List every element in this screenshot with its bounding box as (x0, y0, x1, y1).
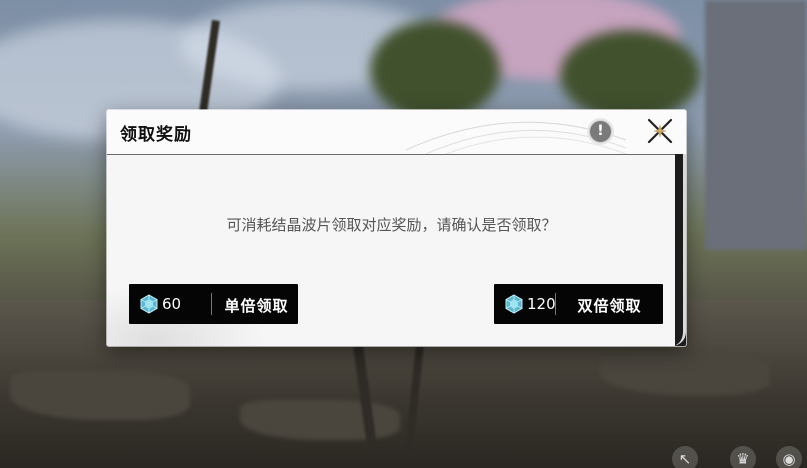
hud-arrow-icon[interactable]: ↖ (672, 446, 698, 468)
confirm-message: 可消耗结晶波片领取对应奖励，请确认是否领取？ (226, 216, 557, 234)
button-label: 单倍领取 (224, 297, 289, 315)
crystal-icon (505, 294, 523, 314)
header-divider (107, 154, 675, 155)
reward-dialog: 领取奖励 ! 可消耗结晶波片领取对应奖励，请确认是否领取？ 60 单倍领取 12… (107, 110, 686, 346)
building (705, 0, 807, 250)
info-icon[interactable]: ! (589, 120, 612, 143)
hud-flag-icon[interactable]: ♛ (730, 446, 756, 468)
cost-value: 120 (527, 295, 556, 313)
rock (600, 350, 770, 395)
crystal-icon (140, 294, 158, 314)
cost-value: 60 (162, 295, 182, 313)
double-claim-button[interactable]: 120 双倍领取 (494, 284, 663, 324)
dialog-title: 领取奖励 (120, 125, 192, 145)
single-claim-button[interactable]: 60 单倍领取 (129, 284, 298, 324)
tree-foliage (370, 20, 500, 120)
hud-menu-icon[interactable]: ◉ (776, 446, 802, 468)
rock (240, 400, 400, 440)
dialog-edge-curve (667, 154, 686, 346)
button-label: 双倍领取 (577, 297, 642, 315)
rock (10, 370, 190, 420)
tree-foliage (560, 30, 700, 120)
close-icon[interactable] (645, 116, 675, 146)
button-separator (211, 293, 212, 315)
dialog-header: 领取奖励 ! (107, 110, 686, 154)
